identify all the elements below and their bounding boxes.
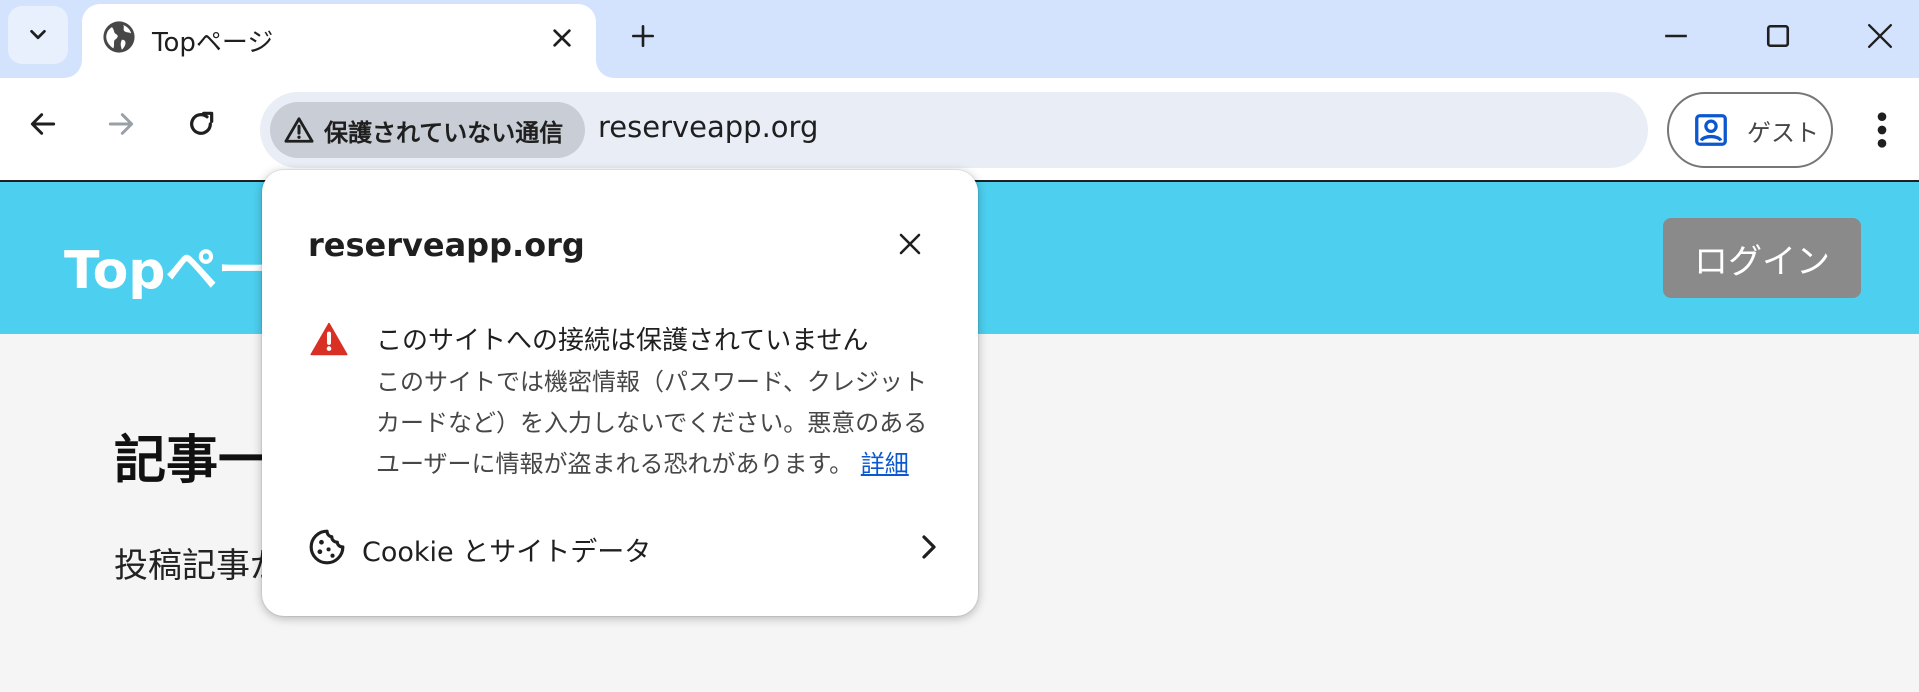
globe-icon (103, 21, 135, 53)
reload-icon (190, 111, 214, 135)
maximize-icon (1766, 24, 1790, 48)
tab-close-button[interactable] (542, 18, 582, 58)
new-tab-button[interactable] (620, 13, 666, 59)
arrow-right-icon (108, 113, 134, 135)
active-tab[interactable]: Topページ (82, 4, 596, 78)
warning-icon (284, 117, 314, 143)
cookies-site-data-label: Cookie とサイトデータ (362, 537, 652, 568)
cookie-icon (309, 529, 345, 565)
chevron-right-icon (922, 535, 936, 559)
tab-title: Topページ (152, 28, 274, 58)
details-link[interactable]: 詳細 (861, 450, 909, 478)
menu-button[interactable] (1862, 102, 1902, 158)
close-icon (553, 29, 571, 47)
close-icon (1867, 23, 1893, 49)
close-window-button[interactable] (1850, 10, 1910, 62)
warning-title: このサイトへの接続は保護されていません (376, 326, 869, 356)
more-vertical-icon (1877, 112, 1887, 148)
arrow-left-icon (30, 113, 56, 135)
warning-icon (310, 322, 348, 356)
forward-button[interactable] (95, 98, 147, 150)
login-button[interactable]: ログイン (1663, 218, 1861, 298)
back-button[interactable] (17, 98, 69, 150)
chevron-down-icon (30, 29, 46, 40)
url-text: reserveapp.org (598, 110, 819, 144)
tab-strip: Topページ (0, 0, 1919, 78)
plus-icon (631, 24, 655, 48)
browser-toolbar: 保護されていない通信 reserveapp.org ゲスト (0, 78, 1919, 182)
address-bar[interactable]: 保護されていない通信 reserveapp.org (260, 92, 1648, 168)
minimize-icon (1665, 34, 1687, 38)
tab-search-button[interactable] (8, 6, 68, 64)
profile-button[interactable]: ゲスト (1667, 92, 1833, 168)
popup-host: reserveapp.org (308, 226, 585, 264)
profile-label: ゲスト (1747, 118, 1819, 147)
security-chip-label: 保護されていない通信 (324, 118, 564, 147)
popup-close-button[interactable] (888, 222, 932, 266)
site-info-popup: reserveapp.org このサイトへの接続は保護されていません このサイト… (262, 170, 978, 616)
maximize-button[interactable] (1748, 10, 1808, 62)
close-icon (899, 233, 921, 255)
minimize-button[interactable] (1646, 10, 1706, 62)
reload-button[interactable] (175, 98, 227, 150)
warning-body-text: このサイトでは機密情報（パスワード、クレジット カードなど）を入力しないでくださ… (376, 368, 928, 478)
warning-body: このサイトでは機密情報（パスワード、クレジット カードなど）を入力しないでくださ… (376, 362, 946, 485)
security-chip[interactable]: 保護されていない通信 (270, 102, 586, 158)
profile-icon (1695, 114, 1727, 146)
cookies-site-data-row[interactable]: Cookie とサイトデータ (288, 516, 954, 578)
